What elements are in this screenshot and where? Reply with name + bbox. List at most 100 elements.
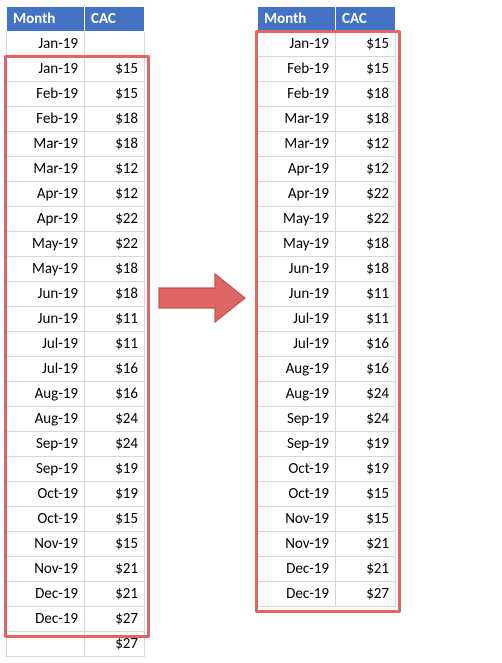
comparison-wrap: Month CAC Jan-19Jan-19$15Feb-19$15Feb-19… [6, 6, 496, 657]
cac-cell: $12 [85, 157, 145, 182]
table-row: Aug-19$24 [258, 382, 396, 407]
cac-cell: $16 [336, 332, 396, 357]
table-row: Jul-19$16 [258, 332, 396, 357]
cac-cell: $16 [336, 357, 396, 382]
table-row: Jun-19$18 [7, 282, 145, 307]
table-row: Apr-19$12 [258, 157, 396, 182]
month-cell: Feb-19 [258, 57, 336, 82]
table-row: Jul-19$16 [7, 357, 145, 382]
left-header-cac: CAC [85, 7, 145, 32]
table-row: May-19$18 [7, 257, 145, 282]
cac-cell: $22 [336, 207, 396, 232]
table-row: Aug-19$16 [7, 382, 145, 407]
month-cell: Aug-19 [258, 382, 336, 407]
cac-cell: $18 [336, 82, 396, 107]
cac-cell: $24 [336, 407, 396, 432]
month-cell: Aug-19 [258, 357, 336, 382]
table-row: Jan-19$15 [258, 32, 396, 57]
table-row: Sep-19$19 [258, 432, 396, 457]
table-row: Mar-19$18 [7, 132, 145, 157]
table-row: Nov-19$15 [7, 532, 145, 557]
month-cell: Jun-19 [258, 282, 336, 307]
table-row: Nov-19$21 [258, 532, 396, 557]
cac-cell: $27 [85, 607, 145, 632]
month-cell: Feb-19 [258, 82, 336, 107]
cac-cell: $11 [336, 307, 396, 332]
table-row: $27 [7, 632, 145, 657]
cac-cell: $12 [336, 132, 396, 157]
cac-cell: $16 [85, 382, 145, 407]
table-row: Oct-19$19 [258, 457, 396, 482]
cac-cell: $24 [85, 407, 145, 432]
table-row: Oct-19$15 [7, 507, 145, 532]
table-row: Jul-19$11 [258, 307, 396, 332]
table-row: Jun-19$11 [7, 307, 145, 332]
table-row: Apr-19$12 [7, 182, 145, 207]
table-row: Nov-19$21 [7, 557, 145, 582]
table-row: Apr-19$22 [258, 182, 396, 207]
month-cell: Oct-19 [258, 482, 336, 507]
month-cell: Jun-19 [7, 282, 85, 307]
month-cell: Jul-19 [7, 357, 85, 382]
month-cell: Mar-19 [7, 157, 85, 182]
cac-cell: $18 [336, 257, 396, 282]
month-cell [7, 632, 85, 657]
cac-cell: $15 [336, 482, 396, 507]
month-cell: Aug-19 [7, 407, 85, 432]
month-cell: Nov-19 [7, 557, 85, 582]
cac-cell: $12 [336, 157, 396, 182]
right-table: Month CAC Jan-19$15Feb-19$15Feb-19$18Mar… [257, 6, 396, 607]
table-row: Nov-19$15 [258, 507, 396, 532]
table-row: Jun-19$18 [258, 257, 396, 282]
cac-cell: $22 [85, 232, 145, 257]
table-row: Feb-19$18 [258, 82, 396, 107]
cac-cell: $21 [85, 557, 145, 582]
cac-cell: $22 [336, 182, 396, 207]
cac-cell: $18 [336, 232, 396, 257]
table-row: Feb-19$15 [258, 57, 396, 82]
month-cell: Feb-19 [7, 107, 85, 132]
month-cell: Jan-19 [7, 32, 85, 57]
month-cell: Mar-19 [258, 132, 336, 157]
cac-cell: $27 [85, 632, 145, 657]
arrow-icon [153, 6, 249, 576]
cac-cell: $15 [336, 32, 396, 57]
table-row: Jul-19$11 [7, 332, 145, 357]
month-cell: May-19 [7, 257, 85, 282]
month-cell: Sep-19 [7, 457, 85, 482]
cac-cell: $16 [85, 357, 145, 382]
right-column: Month CAC Jan-19$15Feb-19$15Feb-19$18Mar… [257, 6, 396, 607]
table-row: Oct-19$19 [7, 482, 145, 507]
cac-cell: $15 [85, 82, 145, 107]
month-cell: Mar-19 [7, 132, 85, 157]
cac-cell: $18 [85, 282, 145, 307]
table-row: Mar-19$12 [7, 157, 145, 182]
month-cell: Apr-19 [7, 207, 85, 232]
cac-cell: $18 [85, 257, 145, 282]
cac-cell: $21 [85, 582, 145, 607]
month-cell: Feb-19 [7, 82, 85, 107]
month-cell: Dec-19 [7, 582, 85, 607]
table-row: Jun-19$11 [258, 282, 396, 307]
table-row: Apr-19$22 [7, 207, 145, 232]
cac-cell: $19 [336, 457, 396, 482]
table-row: Dec-19$21 [7, 582, 145, 607]
month-cell: Jun-19 [258, 257, 336, 282]
table-row: Aug-19$24 [7, 407, 145, 432]
month-cell: May-19 [258, 207, 336, 232]
cac-cell: $11 [85, 307, 145, 332]
table-row: Jan-19 [7, 32, 145, 57]
cac-cell: $11 [85, 332, 145, 357]
month-cell: Dec-19 [7, 607, 85, 632]
left-header-month: Month [7, 7, 85, 32]
cac-cell: $15 [85, 57, 145, 82]
left-table: Month CAC Jan-19Jan-19$15Feb-19$15Feb-19… [6, 6, 145, 657]
table-row: Sep-19$24 [7, 432, 145, 457]
month-cell: Jan-19 [7, 57, 85, 82]
table-row: Feb-19$15 [7, 82, 145, 107]
month-cell: May-19 [258, 232, 336, 257]
month-cell: Dec-19 [258, 557, 336, 582]
table-row: Feb-19$18 [7, 107, 145, 132]
table-row: Mar-19$18 [258, 107, 396, 132]
table-row: Dec-19$21 [258, 557, 396, 582]
